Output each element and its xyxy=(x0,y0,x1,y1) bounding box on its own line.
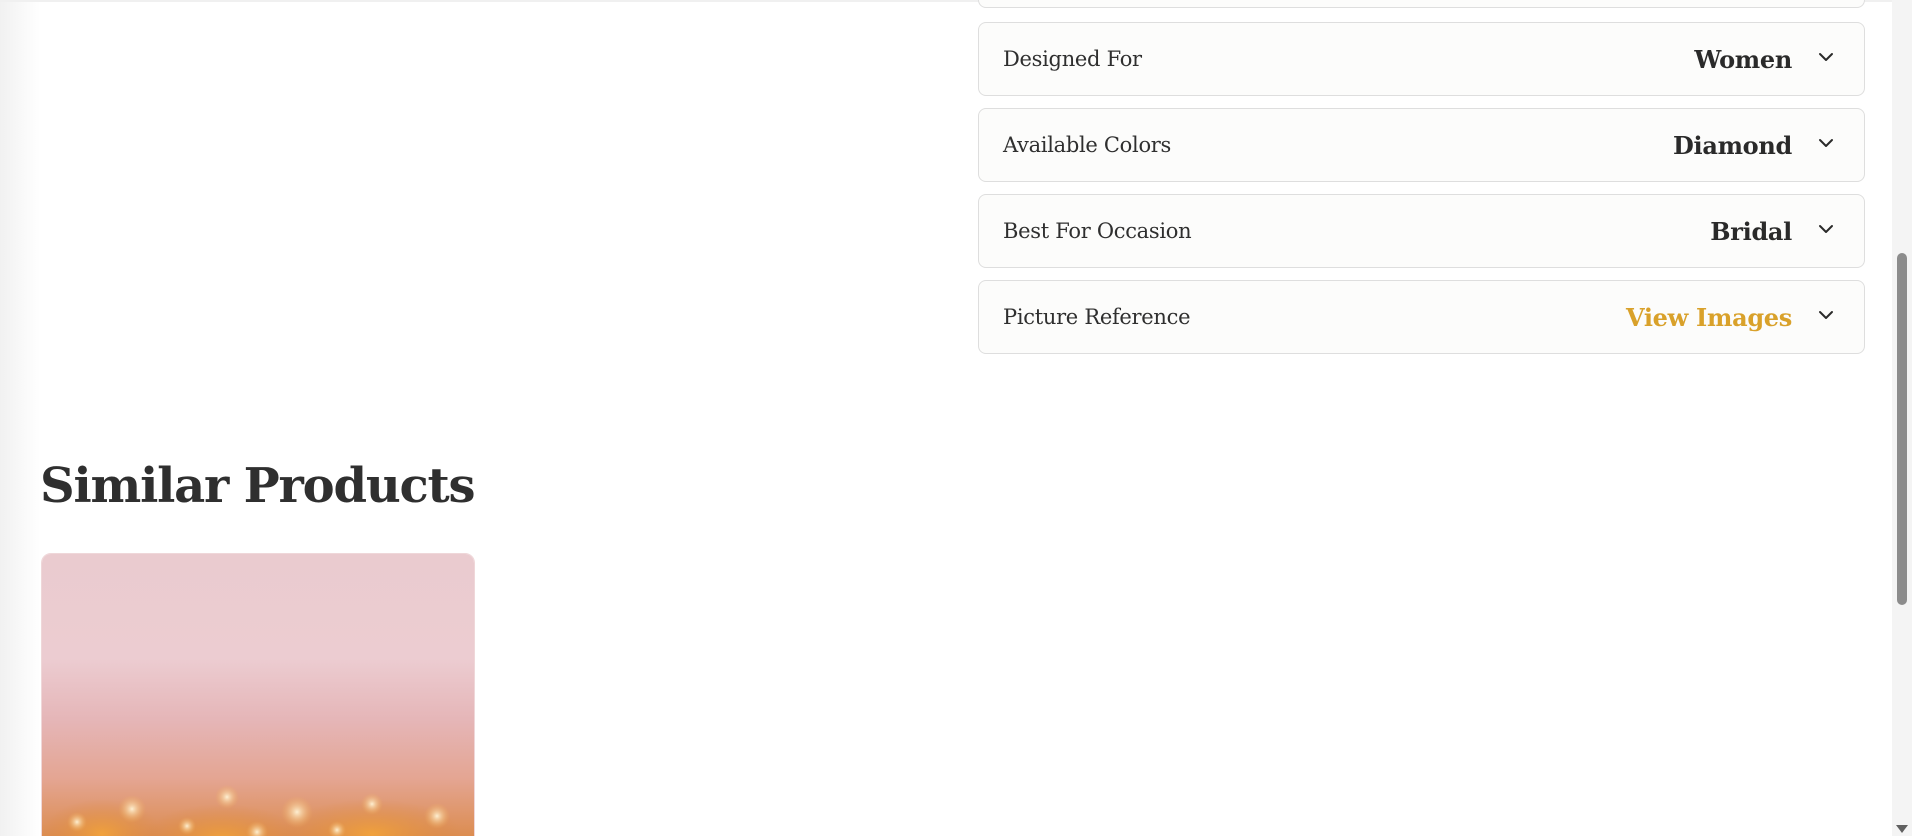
chevron-down-icon[interactable] xyxy=(1816,305,1836,325)
spec-row-best-for-occasion[interactable]: Best For Occasion Bridal xyxy=(978,194,1865,268)
view-images-link[interactable]: View Images xyxy=(1626,303,1792,332)
chevron-down-icon[interactable] xyxy=(1816,219,1836,239)
page-scrollbar[interactable] xyxy=(1892,0,1912,836)
spec-value: Bridal xyxy=(1710,216,1792,246)
spec-row-picture-reference[interactable]: Picture Reference View Images xyxy=(978,280,1865,354)
spec-value: Diamond xyxy=(1672,130,1792,160)
spec-value: Women xyxy=(1694,44,1792,74)
spec-row-designed-for[interactable]: Designed For Women xyxy=(978,22,1865,96)
product-image xyxy=(42,554,474,836)
product-details-page: Designed For Women Available Colors Diam… xyxy=(0,0,1912,836)
previous-spec-row[interactable] xyxy=(978,0,1865,8)
spec-row-available-colors[interactable]: Available Colors Diamond xyxy=(978,108,1865,182)
chevron-down-icon[interactable] xyxy=(1816,47,1836,67)
spec-label: Picture Reference xyxy=(1003,305,1191,329)
similar-products-heading: Similar Products xyxy=(40,458,476,514)
left-page-edge xyxy=(0,0,40,836)
chevron-down-icon[interactable] xyxy=(1816,133,1836,153)
scroll-down-arrow-icon[interactable] xyxy=(1896,825,1908,833)
spec-label: Designed For xyxy=(1003,47,1142,71)
spec-label: Best For Occasion xyxy=(1003,219,1192,243)
spec-label: Available Colors xyxy=(1003,133,1171,157)
similar-product-card[interactable] xyxy=(41,553,475,836)
scrollbar-thumb[interactable] xyxy=(1897,253,1907,605)
